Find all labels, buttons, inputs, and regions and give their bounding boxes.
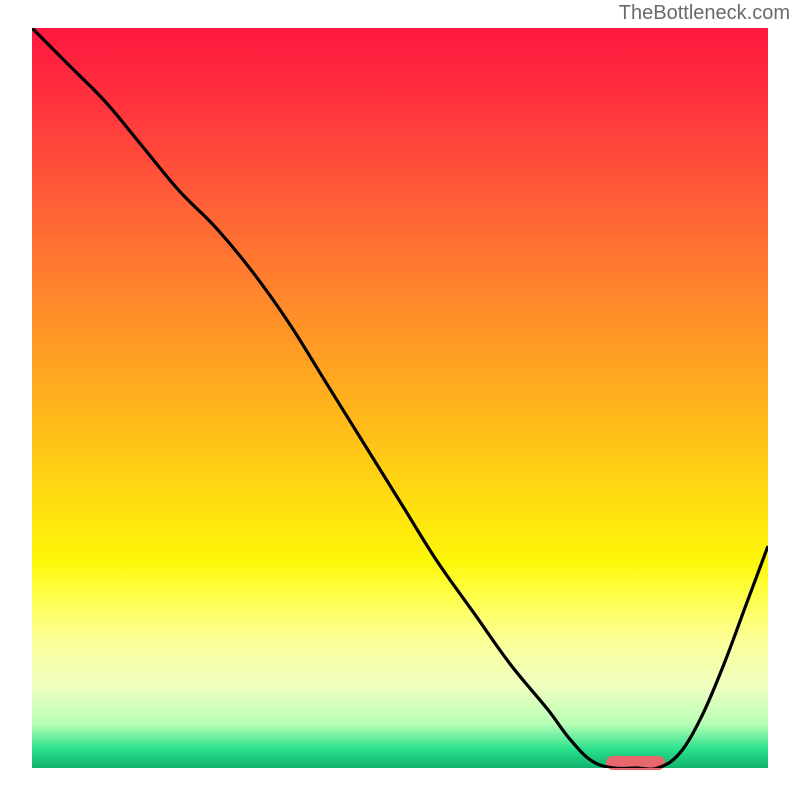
watermark-text: TheBottleneck.com — [619, 2, 790, 25]
chart-plot-area — [32, 28, 768, 768]
curve-path — [32, 28, 768, 768]
bottleneck-curve — [32, 28, 768, 768]
